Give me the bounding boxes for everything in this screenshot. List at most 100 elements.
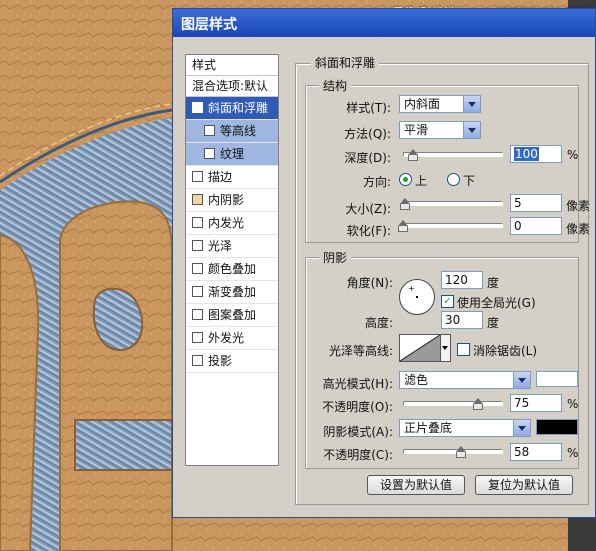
checkbox-icon[interactable]	[204, 125, 215, 136]
highlight-color-swatch[interactable]	[536, 371, 578, 387]
highlight-opacity-label: 不透明度(O):	[322, 400, 393, 414]
direction-down-label[interactable]: 下	[463, 172, 475, 189]
slider-track	[403, 201, 503, 206]
direction-down-radio[interactable]	[447, 173, 460, 186]
global-light-checkbox[interactable]: ✓	[441, 295, 454, 308]
shadow-mode-select[interactable]: 正片叠底	[399, 419, 531, 437]
checkbox-icon[interactable]: ✓	[192, 102, 203, 113]
chevron-down-icon[interactable]	[513, 420, 530, 436]
checkbox-icon[interactable]	[192, 286, 203, 297]
highlight-opacity-unit: %	[567, 397, 579, 411]
slider-thumb[interactable]	[408, 149, 418, 161]
anti-alias-label[interactable]: 消除锯齿(L)	[473, 342, 537, 359]
dialog-titlebar[interactable]: 图层样式	[173, 9, 595, 37]
shadow-opacity-input[interactable]: 58	[510, 443, 562, 461]
style-item-label: 等高线	[220, 124, 257, 138]
style-item-drop-shadow[interactable]: 投影	[186, 350, 278, 373]
soften-unit: 像素	[566, 222, 591, 236]
checkbox-icon[interactable]	[192, 355, 203, 366]
shadow-opacity-slider[interactable]	[403, 445, 503, 459]
style-item-color-overlay[interactable]: 颜色叠加	[186, 258, 278, 281]
style-item-stroke[interactable]: 描边	[186, 166, 278, 189]
size-slider[interactable]	[400, 197, 503, 211]
style-item-pattern-overlay[interactable]: 图案叠加	[186, 304, 278, 327]
highlight-opacity-slider[interactable]	[403, 397, 503, 411]
altitude-label: 高度:	[364, 316, 393, 330]
angle-dial[interactable]: +	[399, 279, 435, 315]
depth-unit: %	[567, 148, 579, 162]
depth-input[interactable]: 100	[510, 145, 562, 163]
dialog-title: 图层样式	[181, 17, 237, 33]
style-label: 样式(T):	[346, 101, 391, 115]
shadow-opacity-unit: %	[567, 446, 579, 460]
checkbox-icon[interactable]	[192, 309, 203, 320]
style-item-label: 图案叠加	[208, 308, 257, 322]
style-item-gradient-overlay[interactable]: 渐变叠加	[186, 281, 278, 304]
depth-value: 100	[514, 147, 539, 161]
style-item-texture[interactable]: 纹理	[186, 143, 278, 166]
highlight-opacity-input[interactable]: 75	[510, 394, 562, 412]
soften-slider[interactable]	[398, 219, 503, 233]
checkbox-icon[interactable]	[192, 194, 203, 205]
styles-header[interactable]: 样式	[186, 55, 278, 76]
layer-style-dialog: 图层样式 样式 混合选项:默认 ✓ 斜面和浮雕 等高线 纹理 描边 内阴影 内发…	[172, 8, 596, 518]
slider-thumb[interactable]	[456, 446, 466, 458]
checkbox-icon[interactable]	[192, 171, 203, 182]
chevron-down-icon[interactable]	[441, 334, 451, 362]
style-item-label: 内发光	[208, 216, 245, 230]
shading-title: 阴影	[319, 249, 352, 266]
direction-up-label[interactable]: 上	[415, 172, 427, 189]
global-light-label[interactable]: 使用全局光(G)	[457, 294, 536, 311]
altitude-unit: 度	[487, 316, 500, 330]
soften-value: 0	[514, 219, 522, 233]
size-unit: 像素	[566, 199, 591, 213]
make-default-button[interactable]: 设置为默认值	[367, 475, 465, 495]
shadow-opacity-value: 58	[514, 445, 530, 459]
style-item-contour[interactable]: 等高线	[186, 120, 278, 143]
style-item-inner-glow[interactable]: 内发光	[186, 212, 278, 235]
style-item-label: 光泽	[208, 239, 233, 253]
style-select[interactable]: 内斜面	[399, 95, 481, 113]
slider-thumb[interactable]	[473, 398, 483, 410]
altitude-input[interactable]: 30	[441, 311, 483, 329]
checkbox-icon[interactable]	[204, 148, 215, 159]
slider-track	[403, 223, 503, 228]
checkbox-icon[interactable]	[192, 217, 203, 228]
angle-value: 120	[445, 273, 468, 287]
slider-thumb[interactable]	[398, 220, 408, 232]
gloss-contour-picker[interactable]	[399, 334, 441, 362]
slider-thumb[interactable]	[400, 198, 410, 210]
angle-input[interactable]: 120	[441, 271, 483, 289]
technique-select-value: 平滑	[404, 123, 429, 137]
chevron-down-icon[interactable]	[463, 96, 480, 112]
size-label: 大小(Z):	[345, 202, 391, 216]
size-input[interactable]: 5	[510, 194, 562, 212]
checkbox-icon[interactable]	[192, 263, 203, 274]
style-item-outer-glow[interactable]: 外发光	[186, 327, 278, 350]
chevron-down-icon[interactable]	[463, 122, 480, 138]
depth-slider[interactable]	[403, 148, 503, 162]
checkbox-icon[interactable]	[192, 240, 203, 251]
checkbox-icon[interactable]	[192, 332, 203, 343]
style-item-inner-shadow[interactable]: 内阴影	[186, 189, 278, 212]
style-list: 样式 混合选项:默认 ✓ 斜面和浮雕 等高线 纹理 描边 内阴影 内发光 光泽	[185, 54, 279, 466]
reset-default-button[interactable]: 复位为默认值	[475, 475, 573, 495]
highlight-mode-value: 滤色	[404, 373, 429, 387]
altitude-value: 30	[445, 313, 461, 327]
direction-up-radio[interactable]	[399, 173, 412, 186]
depth-label: 深度(D):	[344, 151, 391, 165]
style-item-label: 纹理	[220, 147, 245, 161]
soften-input[interactable]: 0	[510, 217, 562, 235]
chevron-down-icon[interactable]	[513, 372, 530, 388]
slider-track	[403, 152, 503, 157]
highlight-mode-select[interactable]: 滤色	[399, 371, 531, 389]
style-item-bevel-emboss[interactable]: ✓ 斜面和浮雕	[186, 97, 278, 120]
shadow-color-swatch[interactable]	[536, 419, 578, 435]
style-item-label: 内阴影	[208, 193, 245, 207]
anti-alias-checkbox[interactable]	[457, 343, 470, 356]
technique-select[interactable]: 平滑	[399, 121, 481, 139]
contour-curve-icon	[399, 334, 441, 362]
blending-options-item[interactable]: 混合选项:默认	[186, 76, 278, 97]
style-item-satin[interactable]: 光泽	[186, 235, 278, 258]
style-item-label: 斜面和浮雕	[208, 101, 269, 115]
